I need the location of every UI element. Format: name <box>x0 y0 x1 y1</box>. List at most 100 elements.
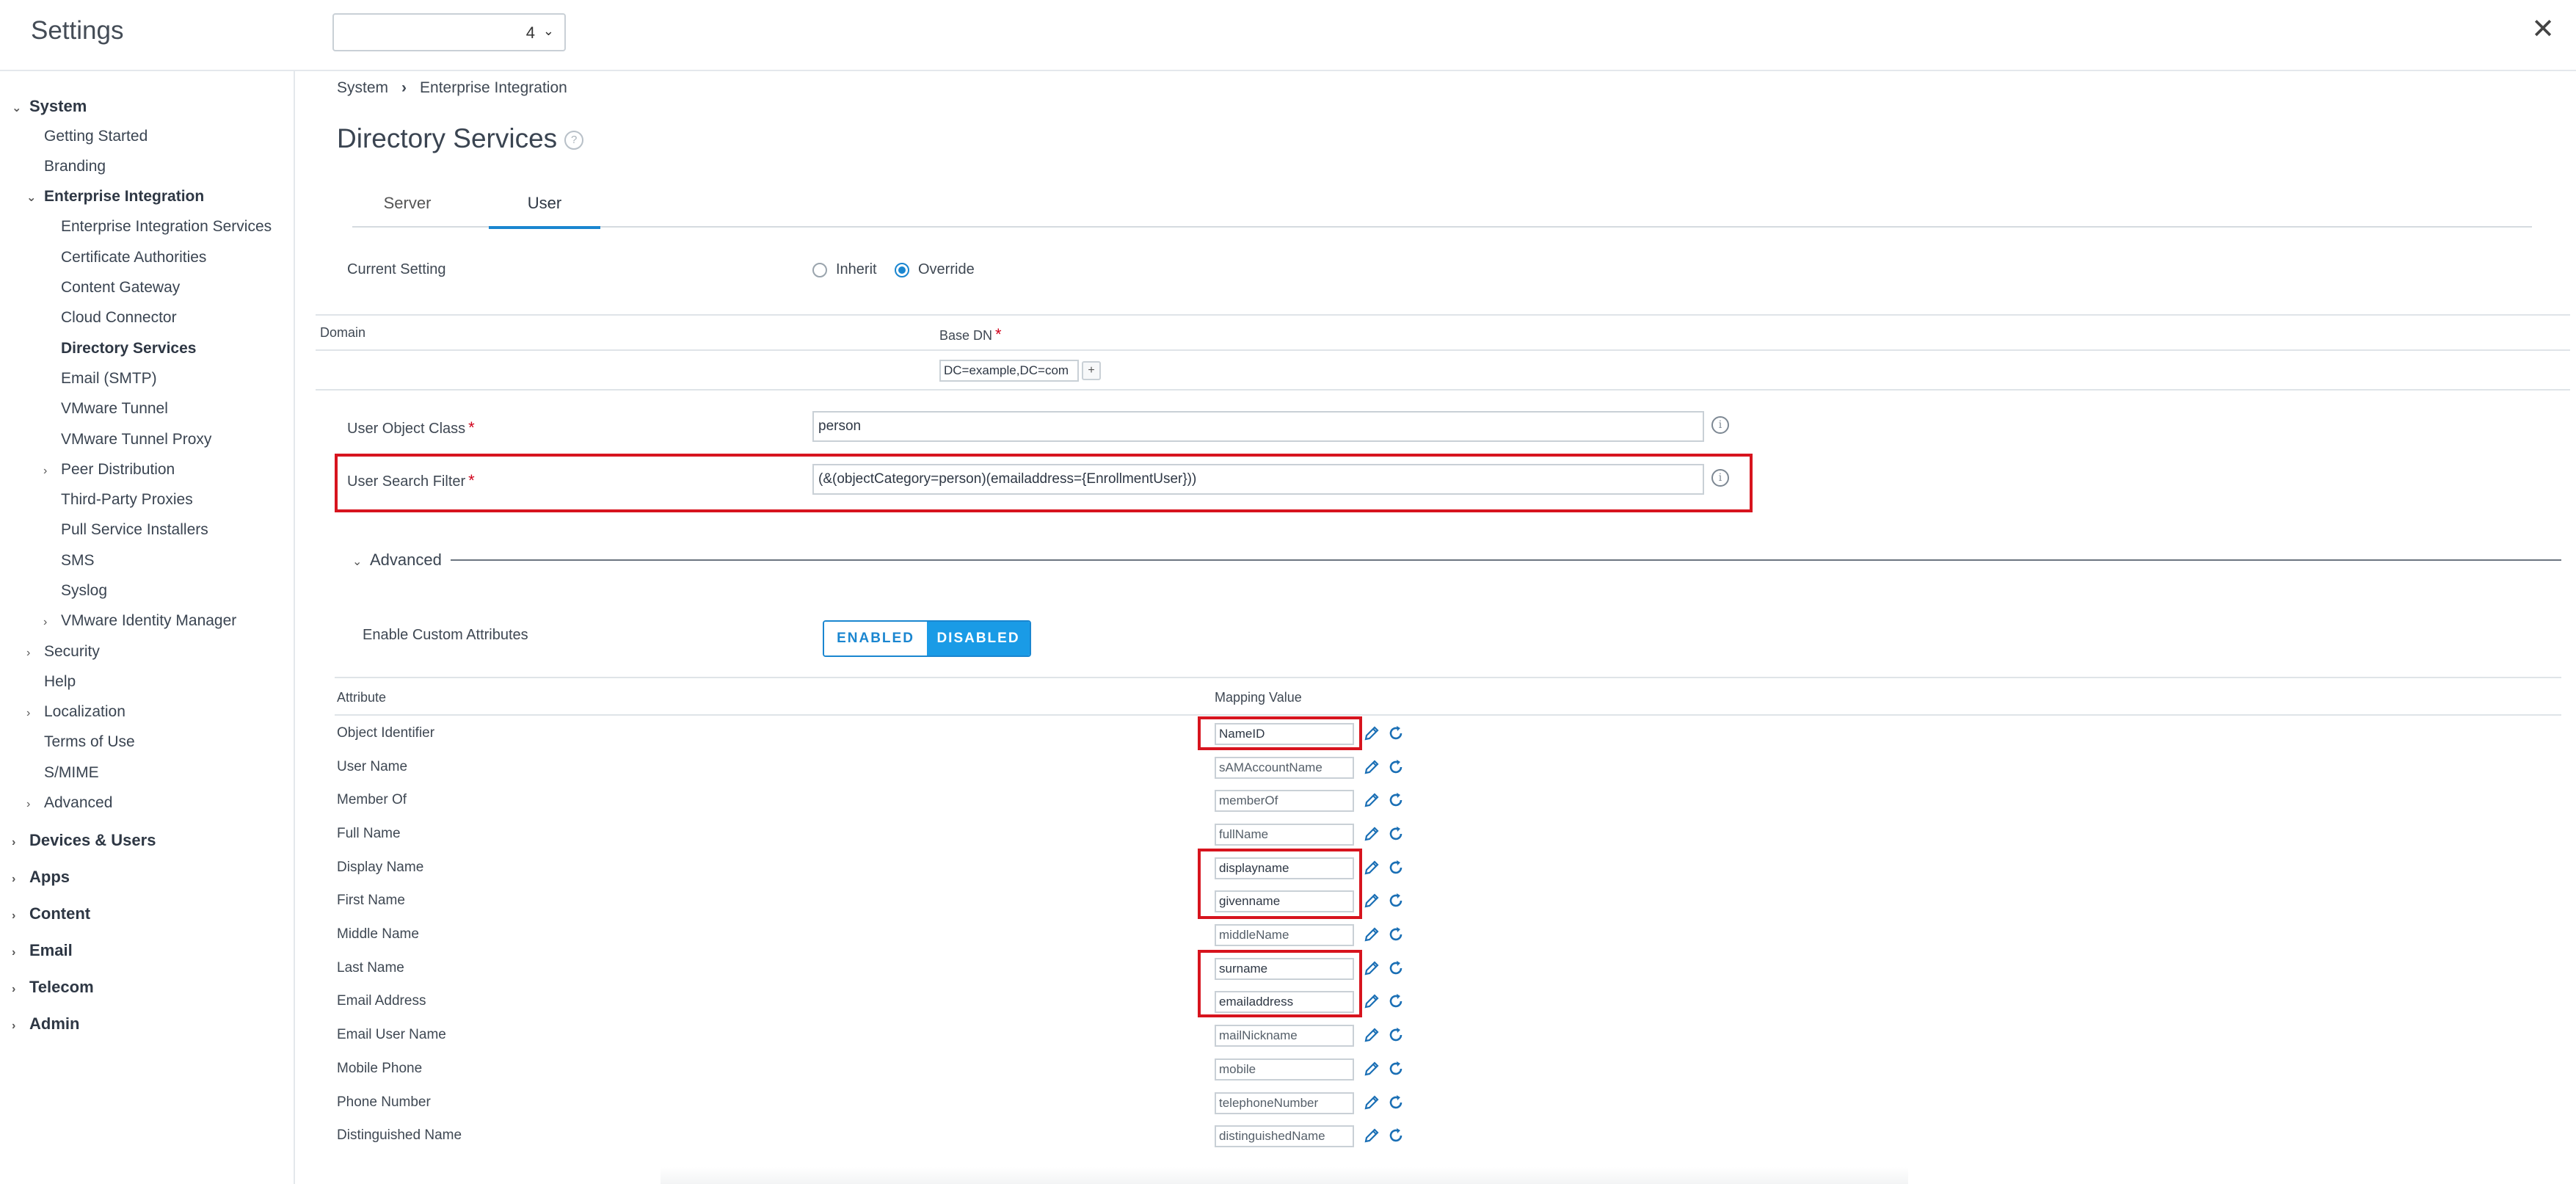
radio-inherit-label[interactable]: Inherit <box>836 261 877 278</box>
reset-icon[interactable] <box>1387 892 1405 909</box>
mapping-value-input[interactable]: memberOf <box>1215 790 1354 812</box>
sidebar-item-sms[interactable]: SMS <box>61 552 95 570</box>
radio-override-label[interactable]: Override <box>918 261 975 278</box>
highlight-box-display-first-name <box>1198 849 1362 919</box>
highlight-box-object-identifier <box>1198 716 1362 750</box>
reset-icon[interactable] <box>1387 791 1405 809</box>
sidebar-item-vmware-tunnel-proxy[interactable]: VMware Tunnel Proxy <box>61 431 211 448</box>
reset-icon[interactable] <box>1387 959 1405 977</box>
mapping-value-input[interactable]: middleName <box>1215 924 1354 946</box>
user-search-filter-label: User Search Filter * <box>347 471 475 490</box>
attribute-label: Middle Name <box>337 926 419 942</box>
sidebar-item-terms-of-use[interactable]: Terms of Use <box>44 733 135 751</box>
attribute-label: Display Name <box>337 860 424 875</box>
add-base-dn-button[interactable]: + <box>1082 361 1101 380</box>
sidebar-item-cloud-connector[interactable]: Cloud Connector <box>61 309 177 327</box>
pencil-icon[interactable] <box>1363 791 1380 809</box>
reset-icon[interactable] <box>1387 992 1405 1010</box>
sidebar-item-email-smtp[interactable]: Email (SMTP) <box>61 370 157 388</box>
reset-icon[interactable] <box>1387 724 1405 742</box>
pencil-icon[interactable] <box>1363 926 1380 943</box>
sidebar-item-email[interactable]: › Email <box>12 941 73 960</box>
base-dn-input[interactable]: DC=example,DC=com <box>939 360 1079 382</box>
reset-icon[interactable] <box>1387 926 1405 943</box>
info-icon[interactable]: i <box>1711 416 1729 434</box>
reset-icon[interactable] <box>1387 1060 1405 1078</box>
mapping-value-input[interactable]: mailNickname <box>1215 1025 1354 1047</box>
sidebar-item-admin[interactable]: › Admin <box>12 1014 79 1034</box>
sidebar-item-enterprise-integration[interactable]: ⌄ Enterprise Integration <box>26 188 204 206</box>
disabled-button[interactable]: DISABLED <box>927 622 1030 655</box>
reset-icon[interactable] <box>1387 825 1405 843</box>
breadcrumb-enterprise-integration[interactable]: Enterprise Integration <box>420 79 567 96</box>
breadcrumb: System › Enterprise Integration <box>337 79 567 97</box>
reset-icon[interactable] <box>1387 1094 1405 1111</box>
breadcrumb-system[interactable]: System <box>337 79 388 96</box>
mapping-value-input[interactable]: mobile <box>1215 1058 1354 1081</box>
pencil-icon[interactable] <box>1363 959 1380 977</box>
attribute-label: Email User Name <box>337 1027 446 1042</box>
sidebar-item-syslog[interactable]: Syslog <box>61 582 107 600</box>
reset-icon[interactable] <box>1387 1127 1405 1144</box>
sidebar-item-third-party-proxies[interactable]: Third-Party Proxies <box>61 491 193 509</box>
app-title: Settings <box>31 16 124 45</box>
tab-user[interactable]: User <box>489 194 600 229</box>
divider <box>335 714 2561 716</box>
pencil-icon[interactable] <box>1363 1127 1380 1144</box>
divider <box>335 677 2561 678</box>
sidebar-item-security[interactable]: › Security <box>26 643 100 661</box>
sidebar-item-telecom[interactable]: › Telecom <box>12 978 94 997</box>
user-search-filter-input[interactable]: (&(objectCategory=person)(emailaddress={… <box>812 464 1704 495</box>
advanced-section-toggle[interactable]: ⌄ Advanced <box>352 551 442 570</box>
mapping-value-input[interactable]: sAMAccountName <box>1215 757 1354 779</box>
sidebar-item-directory-services[interactable]: Directory Services <box>61 340 196 357</box>
mapping-value-input[interactable]: distinguishedName <box>1215 1125 1354 1147</box>
current-setting-label: Current Setting <box>347 261 446 277</box>
sidebar-item-system[interactable]: ⌄ System <box>12 97 87 116</box>
sidebar-item-vmware-tunnel[interactable]: VMware Tunnel <box>61 400 168 418</box>
radio-inherit[interactable] <box>812 263 827 277</box>
enabled-button[interactable]: ENABLED <box>824 622 927 655</box>
close-icon[interactable]: ✕ <box>2528 15 2558 44</box>
info-icon[interactable]: i <box>1711 469 1729 487</box>
sidebar-item-branding[interactable]: Branding <box>44 158 106 175</box>
sidebar-item-vmware-identity-manager[interactable]: › VMware Identity Manager <box>43 612 236 630</box>
pencil-icon[interactable] <box>1363 859 1380 876</box>
user-object-class-input[interactable]: person <box>812 411 1704 442</box>
breadcrumb-separator: › <box>401 79 407 96</box>
sidebar-item-pull-service-installers[interactable]: Pull Service Installers <box>61 521 208 539</box>
attribute-label: Mobile Phone <box>337 1061 423 1076</box>
reset-icon[interactable] <box>1387 1026 1405 1044</box>
attribute-label: Object Identifier <box>337 725 435 741</box>
sidebar-item-help[interactable]: Help <box>44 673 76 691</box>
sidebar-item-content[interactable]: › Content <box>12 904 90 923</box>
sidebar-item-advanced[interactable]: › Advanced <box>26 794 112 812</box>
pencil-icon[interactable] <box>1363 825 1380 843</box>
org-group-select[interactable]: 4 ⌄ <box>332 13 566 51</box>
reset-icon[interactable] <box>1387 859 1405 876</box>
attribute-header: Attribute <box>337 690 387 705</box>
sidebar-item-getting-started[interactable]: Getting Started <box>44 128 148 145</box>
mapping-value-input[interactable]: telephoneNumber <box>1215 1092 1354 1114</box>
pencil-icon[interactable] <box>1363 1026 1380 1044</box>
pencil-icon[interactable] <box>1363 992 1380 1010</box>
sidebar-item-devices-users[interactable]: › Devices & Users <box>12 831 156 850</box>
pencil-icon[interactable] <box>1363 1060 1380 1078</box>
attribute-label: Phone Number <box>337 1094 431 1110</box>
mapping-value-input[interactable]: fullName <box>1215 824 1354 846</box>
help-icon[interactable]: ? <box>564 131 584 150</box>
pencil-icon[interactable] <box>1363 892 1380 909</box>
pencil-icon[interactable] <box>1363 758 1380 776</box>
pencil-icon[interactable] <box>1363 1094 1380 1111</box>
sidebar-item-content-gateway[interactable]: Content Gateway <box>61 279 180 297</box>
pencil-icon[interactable] <box>1363 724 1380 742</box>
sidebar-item-certificate-authorities[interactable]: Certificate Authorities <box>61 249 206 266</box>
tab-server[interactable]: Server <box>352 194 462 226</box>
sidebar-item-peer-distribution[interactable]: › Peer Distribution <box>43 461 175 479</box>
reset-icon[interactable] <box>1387 758 1405 776</box>
sidebar-item-localization[interactable]: › Localization <box>26 703 125 721</box>
sidebar-item-enterprise-integration-services[interactable]: Enterprise Integration Services <box>61 218 272 236</box>
radio-override[interactable] <box>895 263 909 277</box>
sidebar-item-apps[interactable]: › Apps <box>12 868 70 887</box>
sidebar-item-smime[interactable]: S/MIME <box>44 764 99 782</box>
